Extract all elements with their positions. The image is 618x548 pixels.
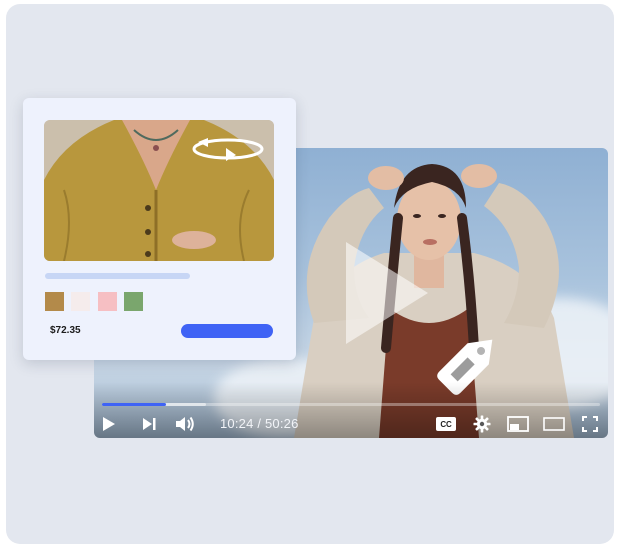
color-swatch-pink[interactable] [98,292,117,311]
skip-next-icon [143,418,156,430]
current-time: 10:24 [220,416,254,431]
add-to-cart-button[interactable] [181,324,273,338]
product-title-placeholder [45,273,190,279]
volume-icon [176,416,194,432]
play-icon [103,417,115,431]
pip-button[interactable] [506,412,530,436]
color-swatch-tan[interactable] [45,292,64,311]
product-card[interactable]: $72.35 [23,98,296,360]
progress-played [102,403,166,406]
settings-button[interactable] [472,412,492,436]
progress-bar[interactable] [102,403,600,406]
fullscreen-button[interactable] [580,412,600,436]
fullscreen-icon [582,416,598,432]
time-display: 10:24 / 50:26 [220,416,299,431]
large-play-icon[interactable] [342,238,432,348]
theater-mode-icon [543,417,565,431]
captions-label: CC [440,419,452,429]
product-price: $72.35 [50,325,81,336]
color-swatch-white[interactable] [71,292,90,311]
time-separator: / [253,416,265,431]
captions-button[interactable]: CC [435,412,457,436]
color-swatch-green[interactable] [124,292,143,311]
captions-icon: CC [436,417,456,431]
player-controls: 10:24 / 50:26 CC [94,412,608,436]
picture-in-picture-icon [507,416,529,432]
product-image[interactable] [44,120,274,261]
next-button[interactable] [140,412,158,436]
gear-icon [473,415,491,433]
duration: 50:26 [264,416,299,431]
play-button[interactable] [100,412,118,436]
rotate-360-icon[interactable] [188,132,268,166]
theater-button[interactable] [542,412,566,436]
volume-button[interactable] [174,412,196,436]
